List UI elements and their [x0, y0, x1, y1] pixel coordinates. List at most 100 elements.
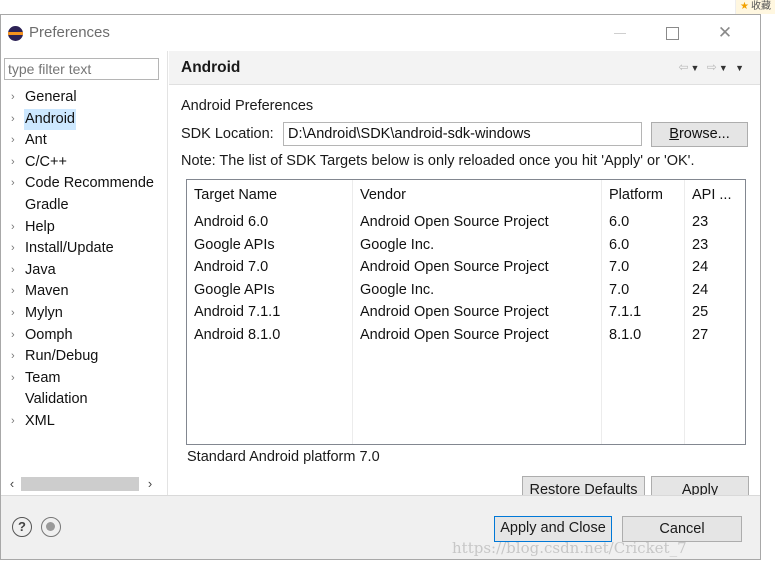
- scroll-thumb[interactable]: [21, 477, 139, 491]
- chevron-right-icon[interactable]: ›: [11, 238, 21, 260]
- preference-tree: › General › Android › Ant › C/C++ › Code Recommen…: [1, 87, 168, 433]
- table-cell: Android 7.0: [194, 259, 269, 275]
- tree-item-code-recommende[interactable]: › Code Recommende: [1, 173, 168, 195]
- window-title: Preferences: [29, 24, 110, 41]
- chevron-right-icon[interactable]: ›: [11, 325, 21, 347]
- tree-item-gradle[interactable]: Gradle: [1, 195, 168, 217]
- chevron-right-icon[interactable]: ›: [11, 368, 21, 390]
- table-cell: Google APIs: [194, 281, 275, 298]
- watermark: https://blog.csdn.net/Cricket_7: [452, 539, 687, 557]
- scroll-left-icon[interactable]: ‹: [5, 475, 19, 493]
- chevron-right-icon[interactable]: ›: [11, 130, 21, 152]
- header-vendor[interactable]: Vendor: [360, 187, 406, 203]
- chevron-right-icon[interactable]: ›: [11, 217, 21, 239]
- close-button[interactable]: ✕: [710, 21, 740, 45]
- table-cell: Android Open Source Project: [360, 214, 549, 230]
- tree-item-label: XML: [25, 412, 55, 429]
- tree-item-install-update[interactable]: › Install/Update: [1, 238, 168, 260]
- header-target-name[interactable]: Target Name: [194, 187, 277, 203]
- tree-item-label: C/C++: [25, 153, 67, 170]
- chevron-right-icon[interactable]: ›: [11, 303, 21, 325]
- table-row[interactable]: Android 7.1.1 Android Open Source Project…: [187, 301, 745, 324]
- record-icon[interactable]: [41, 517, 61, 537]
- tree-item-label: Install/Update: [25, 240, 114, 257]
- tree-item-label: Oomph: [25, 326, 73, 343]
- forward-icon[interactable]: ⇨: [707, 60, 719, 74]
- chevron-right-icon[interactable]: ›: [11, 411, 21, 433]
- tree-item-label: Run/Debug: [25, 348, 99, 365]
- table-cell: 6.0: [609, 214, 630, 230]
- back-menu-icon[interactable]: ▼: [690, 63, 701, 73]
- table-row[interactable]: Google APIs Google Inc. 6.0 23: [187, 234, 745, 257]
- tree-item-oomph[interactable]: › Oomph: [1, 325, 168, 347]
- title-bar: Preferences ✕: [1, 15, 760, 51]
- maximize-button[interactable]: [657, 21, 687, 45]
- tree-item-label: Gradle: [25, 196, 69, 213]
- table-cell: Android Open Source Project: [360, 304, 549, 320]
- tree-item-help[interactable]: › Help: [1, 217, 168, 239]
- android-page: Android ⇦▼ ⇨▼ ▼ Android Preferences SDK …: [169, 51, 760, 504]
- back-icon[interactable]: ⇦: [678, 60, 690, 74]
- tree-item-label: Java: [25, 261, 56, 278]
- history-nav: ⇦▼ ⇨▼ ▼: [678, 60, 746, 74]
- table-row[interactable]: Android 8.1.0 Android Open Source Project…: [187, 324, 745, 347]
- tree-item-java[interactable]: › Java: [1, 260, 168, 282]
- header-api[interactable]: API ...: [692, 187, 732, 203]
- tree-item-c-c-[interactable]: › C/C++: [1, 152, 168, 174]
- tree-item-run-debug[interactable]: › Run/Debug: [1, 346, 168, 368]
- table-cell: Google Inc.: [360, 281, 435, 298]
- tree-item-maven[interactable]: › Maven: [1, 281, 168, 303]
- table-row[interactable]: Android 6.0 Android Open Source Project 6.…: [187, 211, 745, 234]
- table-cell: Android Open Source Project: [360, 259, 549, 275]
- page-title: Android: [181, 59, 241, 76]
- help-icon[interactable]: ?: [12, 517, 32, 537]
- chevron-right-icon[interactable]: ›: [11, 109, 21, 131]
- chevron-right-icon[interactable]: ›: [11, 260, 21, 282]
- tree-item-ant[interactable]: › Ant: [1, 130, 168, 152]
- table-cell: Android 8.1.0: [194, 326, 281, 343]
- horizontal-scrollbar[interactable]: ‹ ›: [3, 475, 161, 493]
- browse-button[interactable]: Browse...: [651, 122, 748, 147]
- table-cell: 23: [692, 214, 709, 230]
- tree-item-mylyn[interactable]: › Mylyn: [1, 303, 168, 325]
- forward-menu-icon[interactable]: ▼: [719, 63, 730, 73]
- preferences-window: Preferences ✕ ›General›Android›Ant›C/C++…: [0, 14, 761, 560]
- table-cell: 7.0: [609, 281, 630, 298]
- chevron-right-icon[interactable]: ›: [11, 87, 21, 109]
- view-menu-icon[interactable]: ▼: [735, 63, 746, 73]
- scroll-right-icon[interactable]: ›: [143, 475, 157, 493]
- selected-target-description: Standard Android platform 7.0: [187, 449, 380, 465]
- header-platform[interactable]: Platform: [609, 187, 663, 203]
- table-cell: 7.1.1: [609, 304, 642, 320]
- tree-item-label: Maven: [25, 283, 69, 300]
- sdk-location-field[interactable]: [283, 122, 642, 146]
- sdk-targets-table[interactable]: Target Name Vendor Platform API ... Andr…: [186, 179, 746, 445]
- tree-item-xml[interactable]: › XML: [1, 411, 168, 433]
- chevron-right-icon[interactable]: ›: [11, 152, 21, 174]
- table-row[interactable]: Google APIs Google Inc. 7.0 24: [187, 279, 745, 302]
- table-cell: Google Inc.: [360, 236, 435, 253]
- table-cell: Android Open Source Project: [360, 326, 549, 343]
- tree-item-validation[interactable]: Validation: [1, 389, 168, 411]
- table-cell: 24: [692, 281, 709, 298]
- table-cell: Google APIs: [194, 236, 275, 253]
- table-cell: 8.1.0: [609, 326, 642, 343]
- table-cell: Android 7.1.1: [194, 304, 281, 320]
- filter-input[interactable]: [4, 58, 159, 80]
- table-cell: 23: [692, 236, 709, 253]
- tree-item-team[interactable]: › Team: [1, 368, 168, 390]
- tree-item-label: General: [25, 89, 77, 105]
- tree-item-android[interactable]: › Android: [1, 108, 168, 131]
- chevron-right-icon[interactable]: ›: [11, 173, 21, 195]
- chevron-right-icon[interactable]: ›: [11, 346, 21, 368]
- preference-tree-panel: ›General›Android›Ant›C/C++›Code Recommen…: [1, 51, 168, 495]
- tree-item-general[interactable]: › General: [1, 87, 168, 109]
- page-header: Android ⇦▼ ⇨▼ ▼: [169, 51, 760, 85]
- table-row[interactable]: Android 7.0 Android Open Source Project 7.…: [187, 256, 745, 279]
- minimize-button[interactable]: [606, 21, 636, 45]
- tree-item-label: Validation: [25, 391, 88, 408]
- favorite-badge[interactable]: ★ 收藏: [735, 0, 775, 14]
- chevron-right-icon[interactable]: ›: [11, 281, 21, 303]
- tree-item-label: Code Recommende: [25, 175, 154, 192]
- tree-item-label: Help: [25, 218, 55, 235]
